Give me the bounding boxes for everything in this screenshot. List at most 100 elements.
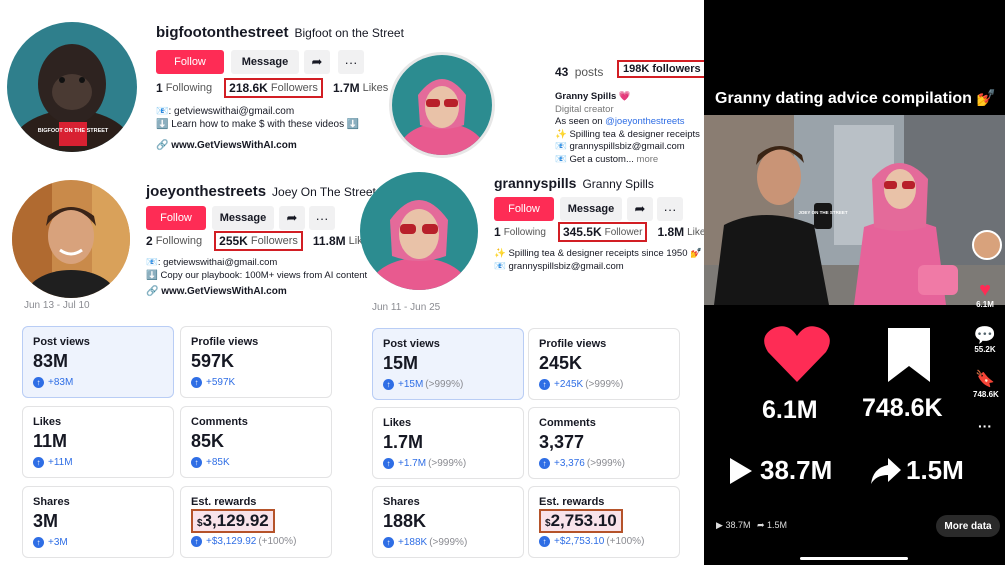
creator-avatar-icon[interactable] xyxy=(972,230,1002,260)
granny-username: grannyspills xyxy=(494,175,577,191)
more-icon[interactable]: ··· xyxy=(973,418,997,434)
left-card-est-rewards[interactable]: Est. rewards $3,129.92 ↑ +$3,129.92 (+100%… xyxy=(180,486,332,558)
more-data-button[interactable]: More data xyxy=(936,515,1000,537)
granny-ig-line1: ✨ Spilling tea & designer receipts xyxy=(555,128,700,140)
bigfoot-following-count: 1 xyxy=(156,81,163,95)
card-title: Shares xyxy=(383,496,420,508)
card-delta: +597K xyxy=(206,377,236,388)
joey-bio-email: 📧: getviewswithai@gmail.com xyxy=(146,257,278,268)
joey-avatar[interactable] xyxy=(12,180,130,298)
right-card-comments[interactable]: Comments 3,377 ↑ +3,376 (>999%) xyxy=(528,407,680,479)
joey-more-icon[interactable]: ··· xyxy=(309,206,335,230)
granny-followers-label: Follower xyxy=(604,226,643,238)
card-value: 85K xyxy=(191,431,225,451)
left-card-shares[interactable]: Shares 3M ↑ +3M xyxy=(22,486,174,558)
side-comments-count: 55.2K xyxy=(974,345,996,354)
granny-ig-posts-label: posts xyxy=(574,65,604,79)
granny-ig-avatar[interactable] xyxy=(389,52,495,158)
joey-message-button[interactable]: Message xyxy=(212,206,274,230)
granny-bio-line1: ✨ Spilling tea & designer receipts since… xyxy=(494,248,702,259)
joey-followers-label: Followers xyxy=(250,235,298,247)
card-delta: +245K xyxy=(554,379,584,390)
joey-bio-line2: ⬇️ Copy our playbook: 100M+ views from A… xyxy=(146,270,368,281)
granny-follow-button[interactable]: Follow xyxy=(494,197,554,221)
big-heart-icon xyxy=(762,322,832,384)
left-date-range[interactable]: Jun 13 - Jul 10 xyxy=(24,300,90,311)
video-frame[interactable]: JOEY ON THE STREET xyxy=(704,115,1005,305)
granny-share-icon[interactable]: ➦ xyxy=(627,197,653,221)
granny-ig-name: Granny Spills 💗 xyxy=(555,91,631,102)
joey-link[interactable]: 🔗 www.GetViewsWithAI.com xyxy=(146,286,287,297)
small-shares-count: 1.5M xyxy=(767,520,788,530)
right-card-profile-views[interactable]: Profile views 245K ↑ +245K (>999%) xyxy=(528,328,680,400)
granny-ig-more-link[interactable]: more xyxy=(637,154,659,165)
granny-followers-highlight[interactable]: 345.5K Follower xyxy=(557,222,648,242)
big-play-icon xyxy=(728,456,754,486)
card-title: Post views xyxy=(383,338,440,350)
arrow-up-icon: ↑ xyxy=(33,457,44,468)
bigfoot-followers-highlight[interactable]: 218.6K Followers xyxy=(224,78,323,98)
bigfoot-display-name: Bigfoot on the Street xyxy=(294,26,404,40)
arrow-up-icon: ↑ xyxy=(539,536,550,547)
card-pct: (>999%) xyxy=(585,379,624,390)
bigfoot-link[interactable]: 🔗 www.GetViewsWithAI.com xyxy=(156,140,297,151)
bigfoot-more-icon[interactable]: ··· xyxy=(338,50,364,74)
bigfoot-share-icon[interactable]: ➦ xyxy=(304,50,330,74)
card-delta: +11M xyxy=(48,457,73,468)
card-pct: (>999%) xyxy=(428,458,467,469)
card-title: Profile views xyxy=(191,336,259,348)
side-like-button[interactable]: ♥ 6.1M xyxy=(973,280,997,309)
big-share-icon xyxy=(870,456,902,486)
arrow-up-icon: ↑ xyxy=(383,379,394,390)
arrow-up-icon: ↑ xyxy=(539,379,550,390)
card-pct: (>999%) xyxy=(586,458,625,469)
granny-avatar[interactable] xyxy=(360,172,478,290)
left-card-likes[interactable]: Likes 11M ↑ +11M xyxy=(22,406,174,478)
bigfoot-likes-count: 1.7M xyxy=(332,81,360,95)
right-card-shares[interactable]: Shares 188K ↑ +188K (>999%) xyxy=(372,486,524,558)
joey-display-name: Joey On The Street xyxy=(272,185,376,199)
card-title: Likes xyxy=(383,417,412,429)
granny-following-label: Following xyxy=(503,226,546,238)
heart-icon: ♥ xyxy=(979,279,991,301)
bigfoot-avatar[interactable]: BIGFOOT ON THE STREET xyxy=(7,22,137,152)
card-pct: (+100%) xyxy=(258,536,297,547)
granny-ig-line2: 📧 grannyspillsbiz@gmail.com xyxy=(555,141,685,152)
bigfoot-message-button[interactable]: Message xyxy=(231,50,299,74)
bigfoot-followers-label: Followers xyxy=(270,82,318,94)
big-shares-count: 1.5M xyxy=(906,455,964,485)
left-card-profile-views[interactable]: Profile views 597K ↑ +597K xyxy=(180,326,332,398)
granny-ig-followers-highlight[interactable]: 198K followers xyxy=(617,60,707,78)
joey-follow-button[interactable]: Follow xyxy=(146,206,206,230)
right-card-likes[interactable]: Likes 1.7M ↑ +1.7M (>999%) xyxy=(372,407,524,479)
granny-ig-as-seen-handle[interactable]: @joeyonthestreets xyxy=(605,116,684,127)
left-card-post-views[interactable]: Post views 83M ↑ +83M xyxy=(22,326,174,398)
card-pct: (>999%) xyxy=(425,379,464,390)
joey-share-icon[interactable]: ➦ xyxy=(279,206,305,230)
side-likes-count: 6.1M xyxy=(976,300,994,309)
joey-followers-highlight[interactable]: 255K Followers xyxy=(214,231,303,251)
card-title: Post views xyxy=(33,336,90,348)
card-pct: (>999%) xyxy=(429,537,468,548)
granny-more-icon[interactable]: ··· xyxy=(657,197,683,221)
card-value: 11M xyxy=(33,431,68,451)
card-delta: +85K xyxy=(206,457,230,468)
bookmark-icon: 🔖 xyxy=(975,371,995,388)
granny-message-button[interactable]: Message xyxy=(560,197,622,221)
granny-display-name: Granny Spills xyxy=(582,177,654,191)
side-save-button[interactable]: 🔖 748.6K xyxy=(973,370,999,399)
right-date-range[interactable]: Jun 11 - Jun 25 xyxy=(372,302,440,313)
big-plays-count: 38.7M xyxy=(760,455,833,485)
card-title: Shares xyxy=(33,496,70,508)
bigfoot-bio-email: 📧: getviewswithai@gmail.com xyxy=(156,106,295,117)
card-delta: +$2,753.10 xyxy=(554,536,605,547)
right-card-est-rewards[interactable]: Est. rewards $2,753.10 ↑ +$2,753.10 (+100%… xyxy=(528,486,680,558)
right-card-post-views[interactable]: Post views 15M ↑ +15M (>999%) xyxy=(372,328,524,400)
card-delta: +$3,129.92 xyxy=(206,536,257,547)
joey-username: joeyonthestreets xyxy=(146,183,267,200)
bigfoot-follow-button[interactable]: Follow xyxy=(156,50,224,74)
left-card-comments[interactable]: Comments 85K ↑ +85K xyxy=(180,406,332,478)
card-delta: +188K xyxy=(398,537,428,548)
card-title: Comments xyxy=(191,416,248,428)
side-comment-button[interactable]: 💬 55.2K xyxy=(973,325,997,354)
